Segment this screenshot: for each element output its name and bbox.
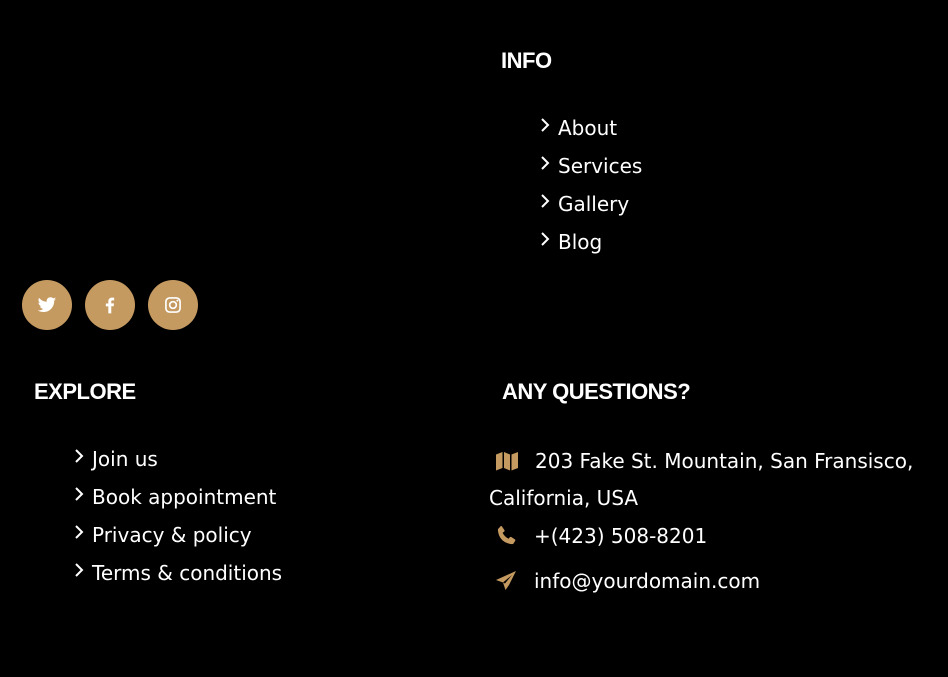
info-link-blog[interactable]: Blog xyxy=(540,223,642,261)
social-links xyxy=(22,280,198,330)
explore-link-label: Privacy & policy xyxy=(92,523,252,547)
info-link-label: Services xyxy=(558,154,643,178)
explore-link-privacy-policy[interactable]: Privacy & policy xyxy=(74,516,282,554)
explore-link-terms-conditions[interactable]: Terms & conditions xyxy=(74,554,282,592)
address-line2: California, USA xyxy=(489,486,639,510)
info-heading: INFO xyxy=(501,48,552,73)
phone-number: +(423) 508-8201 xyxy=(534,524,708,548)
explore-heading: EXPLORE xyxy=(34,379,136,404)
chevron-right-icon xyxy=(74,485,92,503)
info-links: About Services Gallery Blog xyxy=(540,109,642,261)
twitter-button[interactable] xyxy=(22,280,72,330)
map-icon xyxy=(495,449,519,473)
email-row: info@yourdomain.com xyxy=(494,569,760,593)
chevron-right-icon xyxy=(540,230,558,248)
questions-heading: ANY QUESTIONS? xyxy=(502,379,691,404)
info-link-gallery[interactable]: Gallery xyxy=(540,185,642,223)
chevron-right-icon xyxy=(540,154,558,172)
explore-links: Join us Book appointment Privacy & polic… xyxy=(74,440,282,592)
info-link-services[interactable]: Services xyxy=(540,147,642,185)
info-link-label: About xyxy=(558,116,618,140)
address-row: 203 Fake St. Mountain, San Fransisco, xyxy=(495,449,913,473)
explore-link-label: Book appointment xyxy=(92,485,277,509)
info-link-label: Gallery xyxy=(558,192,630,216)
phone-row: +(423) 508-8201 xyxy=(494,524,707,548)
twitter-icon xyxy=(37,297,57,312)
chevron-right-icon xyxy=(540,192,558,210)
info-link-about[interactable]: About xyxy=(540,109,642,147)
explore-link-join-us[interactable]: Join us xyxy=(74,440,282,478)
explore-link-label: Terms & conditions xyxy=(92,561,283,585)
info-link-label: Blog xyxy=(558,230,603,254)
email-address[interactable]: info@yourdomain.com xyxy=(534,569,760,593)
chevron-right-icon xyxy=(74,447,92,465)
chevron-right-icon xyxy=(540,116,558,134)
phone-icon xyxy=(494,524,518,548)
chevron-right-icon xyxy=(74,561,92,579)
instagram-icon xyxy=(165,297,181,313)
instagram-button[interactable] xyxy=(148,280,198,330)
chevron-right-icon xyxy=(74,523,92,541)
explore-link-book-appointment[interactable]: Book appointment xyxy=(74,478,282,516)
facebook-icon xyxy=(105,297,115,314)
facebook-button[interactable] xyxy=(85,280,135,330)
explore-link-label: Join us xyxy=(92,447,158,471)
address-line1: 203 Fake St. Mountain, San Fransisco, xyxy=(535,449,914,473)
paper-plane-icon xyxy=(494,569,518,593)
